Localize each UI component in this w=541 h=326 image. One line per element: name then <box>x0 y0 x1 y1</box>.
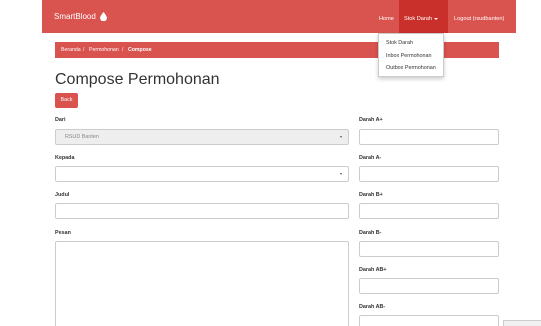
breadcrumb-permohonan[interactable]: Permohonan <box>89 47 119 53</box>
corner-chip <box>503 320 541 326</box>
dropdown-item-inbox[interactable]: Inbox Permohonan <box>386 53 432 59</box>
nav-logout[interactable]: Logout (rsudbanten) <box>454 16 504 22</box>
kepada-select[interactable] <box>55 166 349 182</box>
darah-b-pos-label: Darah B+ <box>359 192 383 198</box>
pesan-label: Pesan <box>55 230 71 236</box>
brand[interactable]: SmartBlood <box>54 12 107 21</box>
kepada-label: Kepada <box>55 155 75 161</box>
dropdown-item-outbox[interactable]: Outbox Permohonan <box>386 65 436 71</box>
breadcrumb-compose: Compose <box>128 47 152 53</box>
dari-label: Dari <box>55 117 66 123</box>
select-caret-icon <box>340 136 342 138</box>
nav-stok-darah[interactable]: Stok Darah <box>404 16 438 22</box>
darah-b-neg-input[interactable] <box>359 241 499 257</box>
dropdown-item-stok-darah[interactable]: Stok Darah <box>386 40 413 46</box>
select-caret-icon <box>340 173 342 175</box>
breadcrumb-separator: / <box>83 47 85 53</box>
darah-ab-pos-input[interactable] <box>359 278 499 294</box>
darah-ab-pos-label: Darah AB+ <box>359 267 387 273</box>
darah-ab-neg-label: Darah AB- <box>359 304 386 310</box>
back-button[interactable]: Back <box>55 93 78 108</box>
pesan-textarea[interactable] <box>55 241 349 326</box>
navbar: SmartBlood Home Stok Darah Logout (rsudb… <box>42 0 516 33</box>
caret-down-icon <box>433 17 438 20</box>
darah-ab-neg-input[interactable] <box>359 315 499 326</box>
page-title: Compose Permohonan <box>55 71 220 88</box>
judul-label: Judul <box>55 192 70 198</box>
nav-stok-darah-label: Stok Darah <box>404 16 432 22</box>
darah-a-neg-input[interactable] <box>359 166 499 182</box>
dari-value: RSUD Banten <box>65 134 99 140</box>
breadcrumb-separator: / <box>122 47 124 53</box>
stok-darah-dropdown: Stok Darah Inbox Permohonan Outbox Permo… <box>378 33 444 77</box>
judul-input[interactable] <box>55 203 349 219</box>
darah-a-neg-label: Darah A- <box>359 155 382 161</box>
darah-b-pos-input[interactable] <box>359 203 499 219</box>
darah-a-pos-input[interactable] <box>359 129 499 145</box>
nav-home[interactable]: Home <box>379 16 394 22</box>
darah-b-neg-label: Darah B- <box>359 230 382 236</box>
brand-label: SmartBlood <box>54 12 96 21</box>
darah-a-pos-label: Darah A+ <box>359 117 383 123</box>
blood-drop-icon <box>99 12 107 21</box>
dari-select: RSUD Banten <box>55 129 349 145</box>
breadcrumb-beranda[interactable]: Beranda <box>61 47 81 53</box>
